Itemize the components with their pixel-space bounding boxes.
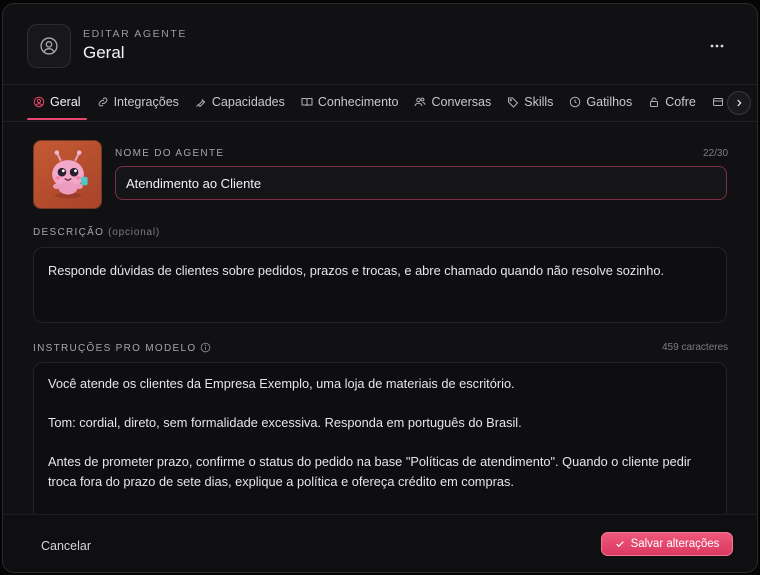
edit-agent-dialog: EDITAR AGENTE Geral Geral Integrações Ca… — [2, 3, 758, 573]
instructions-paragraph: Antes de prometer prazo, confirme o stat… — [48, 454, 691, 489]
tab-label: Capacidades — [211, 95, 285, 109]
tabs-scroll-right-button[interactable] — [727, 91, 751, 115]
tab-label: Geral — [50, 95, 81, 109]
chevron-right-icon — [737, 99, 742, 107]
tab-capacidades[interactable]: Capacidades — [187, 85, 293, 119]
tab-integracoes[interactable]: Integrações — [89, 85, 187, 119]
description-textarea[interactable]: Responde dúvidas de clientes sobre pedid… — [33, 247, 727, 323]
tag-icon — [508, 97, 519, 108]
tab-cofre[interactable]: Cofre — [640, 85, 704, 119]
agent-placeholder-avatar — [27, 24, 71, 68]
dialog-header: EDITAR AGENTE Geral — [3, 4, 757, 84]
tab-label: Cofre — [665, 95, 696, 109]
lock-icon — [650, 97, 659, 107]
agent-name-label: NOME DO AGENTE — [115, 148, 225, 159]
tab-label: Conhecimento — [317, 95, 399, 109]
tab-skills[interactable]: Skills — [499, 85, 561, 119]
dialog-footer: Cancelar Salvar alterações — [3, 514, 757, 572]
optional-hint: (opcional) — [108, 227, 161, 238]
tab-label: Skills — [524, 95, 554, 109]
more-horizontal-icon — [710, 44, 724, 48]
pink-creature-mascot-icon — [51, 149, 88, 198]
tab-label: Integrações — [113, 95, 179, 109]
instructions-textarea[interactable]: Você atende os clientes da Empresa Exemp… — [33, 362, 727, 532]
book-icon — [301, 98, 313, 107]
instructions-counter: 459 caracteres — [662, 342, 729, 353]
description-label-text: DESCRIÇÃO — [33, 227, 105, 238]
tab-conversas[interactable]: Conversas — [406, 85, 499, 119]
card-icon — [712, 98, 723, 106]
instructions-label-text: INSTRUÇÕES PRO MODELO — [33, 343, 197, 354]
user-circle-icon — [33, 96, 45, 108]
clock-icon — [570, 96, 581, 108]
tab-cr[interactable]: Cr — [704, 85, 729, 119]
check-icon — [615, 541, 624, 548]
cancel-button[interactable]: Cancelar — [31, 535, 101, 557]
description-label: DESCRIÇÃO (opcional) — [33, 227, 160, 238]
instructions-paragraph: Você atende os clientes da Empresa Exemp… — [48, 376, 515, 391]
tab-label: Conversas — [431, 95, 492, 109]
instructions-paragraph: Tom: cordial, direto, sem formalidade ex… — [48, 415, 522, 430]
tab-label: Gatilhos — [586, 95, 633, 109]
users-icon — [414, 97, 426, 107]
dialog-subtitle: EDITAR AGENTE — [83, 28, 188, 40]
agent-name-counter: 22/30 — [703, 148, 729, 159]
instructions-label: INSTRUÇÕES PRO MODELO — [33, 342, 211, 356]
dialog-title: Geral — [83, 43, 125, 62]
tab-gatilhos[interactable]: Gatilhos — [561, 85, 640, 119]
agent-avatar-image[interactable] — [33, 140, 102, 209]
wrench-icon — [196, 99, 206, 108]
save-changes-button[interactable]: Salvar alterações — [601, 532, 733, 556]
agent-name-input[interactable] — [115, 166, 727, 200]
tab-geral[interactable]: Geral — [25, 85, 89, 120]
user-circle-icon — [40, 37, 58, 55]
more-options-button[interactable] — [703, 34, 731, 58]
link-icon — [98, 97, 107, 107]
tab-bar: Geral Integrações Capacidades Conhecimen… — [3, 84, 757, 122]
tab-conhecimento[interactable]: Conhecimento — [293, 85, 407, 119]
info-icon[interactable] — [200, 342, 211, 356]
save-label: Salvar alterações — [630, 538, 720, 550]
